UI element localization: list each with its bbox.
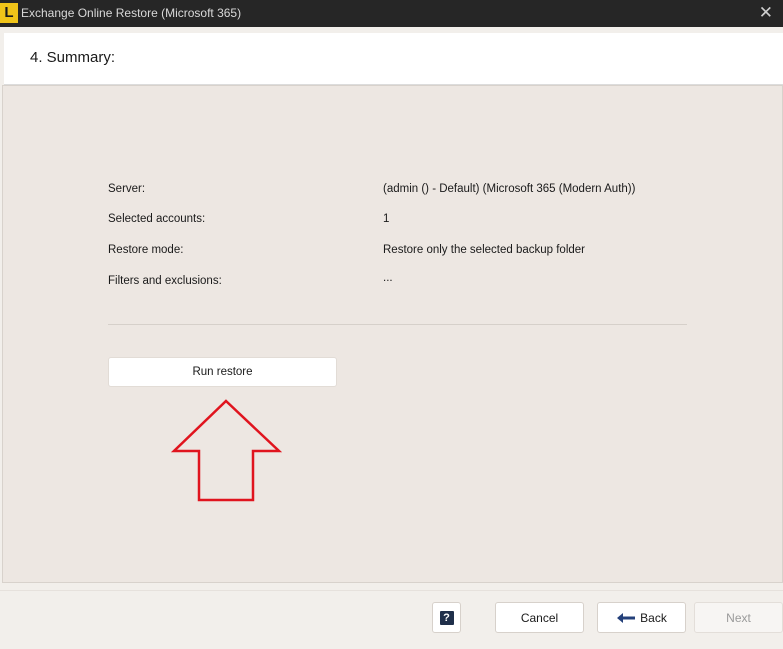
footer-bar: ? Cancel Back Next [0, 590, 783, 649]
cancel-button-label: Cancel [520, 610, 559, 625]
arrow-left-icon [617, 612, 636, 623]
window-title: Exchange Online Restore (Microsoft 365) [21, 6, 242, 20]
run-restore-button[interactable]: Run restore [108, 357, 337, 387]
help-icon: ? [439, 610, 454, 625]
page-title: 4. Summary: [30, 49, 116, 66]
help-button[interactable]: ? [432, 602, 461, 633]
summary-value-restore-mode: Restore only the selected backup folder [383, 244, 586, 256]
app-logo-icon: L [0, 3, 18, 23]
summary-label-server: Server: [108, 183, 146, 195]
close-icon[interactable]: ✕ [759, 3, 773, 23]
arrow-up-icon [171, 399, 283, 502]
summary-label-accounts: Selected accounts: [108, 213, 206, 225]
next-button[interactable]: Next [694, 602, 783, 633]
cancel-button[interactable]: Cancel [495, 602, 584, 633]
summary-value-filters: ... [383, 272, 393, 284]
summary-panel: Server: (admin () - Default) (Microsoft … [2, 85, 783, 583]
back-button-label: Back [640, 610, 667, 625]
summary-value-accounts: 1 [383, 213, 390, 225]
divider [108, 324, 687, 325]
summary-label-restore-mode: Restore mode: [108, 244, 184, 256]
title-bar: L Exchange Online Restore (Microsoft 365… [0, 0, 783, 27]
summary-label-filters: Filters and exclusions: [108, 275, 222, 287]
back-button[interactable]: Back [597, 602, 686, 633]
summary-value-server: (admin () - Default) (Microsoft 365 (Mod… [383, 183, 636, 195]
next-button-label: Next [726, 610, 751, 625]
header-panel: 4. Summary: [4, 33, 783, 85]
